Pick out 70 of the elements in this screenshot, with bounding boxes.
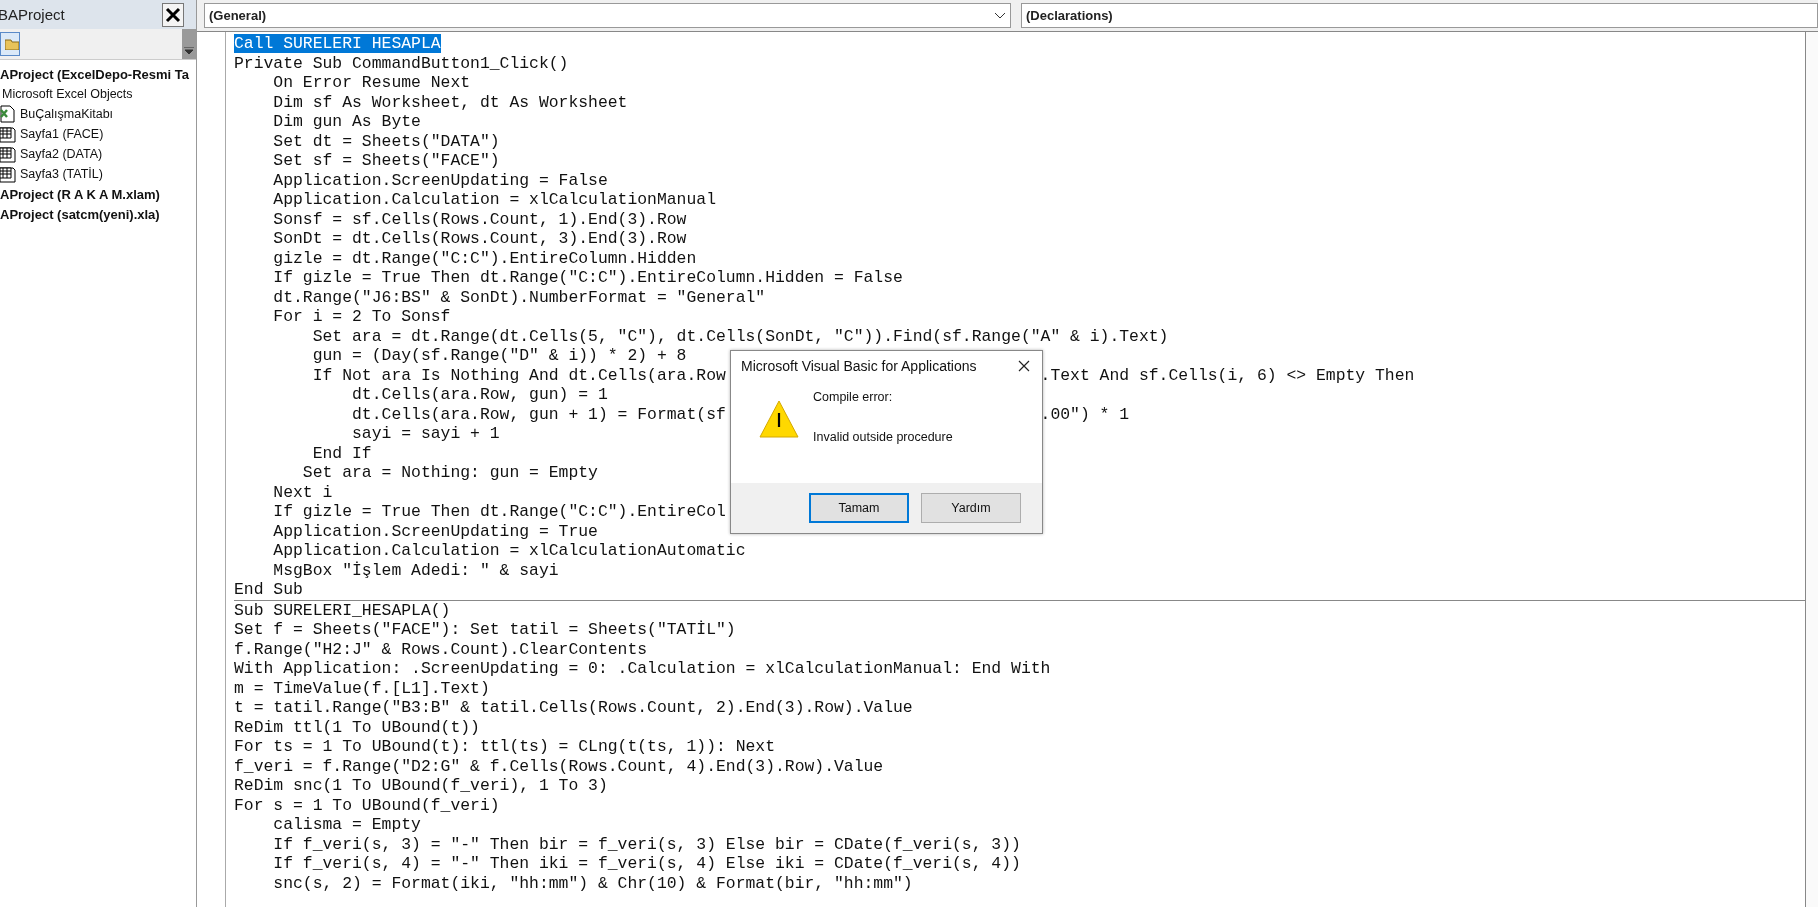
code-line: dt.Cells(ara.Row, gun + 1) = Format(sf	[351, 404, 726, 424]
code-line: Set dt = Sheets("DATA")	[272, 131, 500, 151]
warning-icon	[759, 399, 799, 439]
object-dropdown[interactable]: (General)	[204, 3, 1011, 28]
code-line: Set f = Sheets("FACE"): Set tatil = Sheets("TATİL")	[234, 620, 736, 639]
close-icon	[165, 6, 181, 23]
code-line: Dim sf As Worksheet, dt As Worksheet	[272, 92, 628, 112]
code-line: Dim gun As Byte	[272, 112, 421, 131]
error-message: Invalid outside procedure	[813, 430, 953, 444]
code-line: .00") * 1	[1040, 404, 1130, 424]
code-line: If Not ara Is Nothing And dt.Cells(ara.Row	[311, 365, 726, 385]
code-line: ReDim ttl(1 To UBound(t))	[234, 717, 480, 737]
dialog-title: Microsoft Visual Basic for Applications	[741, 358, 977, 374]
code-line: sayi = sayi + 1	[351, 424, 500, 443]
code-line: Application.Calculation = xlCalculationManual	[272, 190, 716, 209]
code-line: gun = (Day(sf.Range("D" & i)) * 2) + 8	[311, 346, 687, 365]
code-line: If gizle = True Then dt.Range("C:C").EntireCol	[272, 502, 726, 521]
code-line: SonDt = dt.Cells(Rows.Count, 3).End(3).Row	[272, 229, 687, 248]
code-line: Application.Calculation = xlCalculationAutomatic	[272, 541, 746, 560]
code-line: dt.Cells(ara.Row, gun) = 1	[351, 385, 608, 404]
code-line: f.Range("H2:J" & Rows.Count).ClearContents	[234, 639, 648, 659]
tree-item[interactable]: AProject (R A K A M.xlam)	[0, 186, 160, 202]
chevron-icon	[994, 11, 1006, 20]
tree-item[interactable]: Sayfa3 (TATİL)	[20, 167, 103, 181]
tree-item[interactable]: BuÇalışmaKitabı	[20, 107, 114, 121]
caret-icon	[184, 47, 194, 55]
folder-icon	[5, 38, 19, 50]
code-line: Application.ScreenUpdating = False	[272, 170, 608, 190]
error-heading: Compile error:	[813, 390, 894, 404]
toggle-folders-button[interactable]	[0, 32, 20, 56]
code-line: Private Sub CommandButton1_Click()	[234, 53, 569, 73]
code-line: gizle = dt.Range("C:C").EntireColumn.Hidden	[272, 248, 697, 268]
tree-item[interactable]: Sayfa1 (FACE)	[20, 127, 104, 141]
code-line: m = TimeValue(f.[L1].Text)	[234, 678, 490, 698]
code-line: If gizle = True Then dt.Range("C:C").EntireColumn.Hidden = False	[272, 268, 903, 287]
procedure-dropdown[interactable]: (Declarations)	[1021, 3, 1818, 28]
code-line: Sonsf = sf.Cells(Rows.Count, 1).End(3).Row	[272, 209, 687, 229]
dialog-button[interactable]: Tamam	[809, 493, 909, 523]
code-line: Set ara = Nothing: gun = Empty	[301, 463, 598, 482]
tree-item[interactable]: AProject (ExcelDepo-Resmi Ta	[0, 66, 190, 82]
code-line: ReDim snc(1 To UBound(f_veri), 1 To 3)	[234, 776, 608, 795]
code-line: Next i	[272, 482, 333, 502]
code-line: Sub SURELERI_HESAPLA()	[234, 600, 451, 620]
code-line: If f_veri(s, 4) = "-" Then iki = f_veri(s, 4) Else iki = CDate(f_veri(s, 4))	[272, 854, 1021, 873]
code-line: For s = 1 To UBound(f_veri)	[234, 795, 500, 815]
code-line: If f_veri(s, 3) = "-" Then bir = f_veri(s, 3) Else bir = CDate(f_veri(s, 3))	[272, 834, 1021, 854]
tree-item[interactable]: Sayfa2 (DATA)	[20, 147, 103, 161]
tree-item[interactable]: AProject (satcm(yeni).xla)	[0, 206, 160, 222]
code-line: With Application: .ScreenUpdating = 0: .Calculation = xlCalculationManual: End With	[234, 659, 1051, 678]
code-line: dt.Range("J6:BS" & SonDt).NumberFormat = "General"	[272, 287, 766, 307]
code-line: On Error Resume Next	[272, 73, 471, 92]
tree-item[interactable]: Microsoft Excel Objects	[2, 87, 133, 101]
code-line: snc(s, 2) = Format(iki, "hh:mm") & Chr(10) & Format(bir, "hh:mm")	[272, 873, 913, 893]
code-line: f_veri = f.Range("D2:G" & f.Cells(Rows.Count, 4).End(3).Row).Value	[234, 756, 884, 776]
code-line: .Text And sf.Cells(i, 6) <> Empty Then	[1040, 365, 1415, 385]
scroll-down-button[interactable]	[182, 29, 196, 59]
close-button[interactable]	[162, 2, 184, 27]
code-line: Set sf = Sheets("FACE")	[272, 151, 500, 170]
code-line: Set ara = dt.Range(dt.Cells(5, "C"), dt.Cells(SonDt, "C")).Find(sf.Range("A" & i).Text)	[311, 326, 1169, 346]
code-line: MsgBox "İşlem Adedi: " & sayi	[272, 560, 559, 580]
code-line: For ts = 1 To UBound(t): ttl(ts) = CLng(t(ts, 1)): Next	[234, 737, 775, 756]
code-line: calisma = Empty	[272, 815, 421, 834]
code-line: End If	[311, 443, 372, 463]
close-icon	[1018, 360, 1030, 372]
code-line: t = tatil.Range("B3:B" & tatil.Cells(Rows.Count, 2).End(3).Row).Value	[234, 698, 913, 717]
dialog-button[interactable]: Yardım	[921, 493, 1021, 523]
code-line: For i = 2 To Sonsf	[272, 307, 451, 326]
code-line: End Sub	[234, 580, 303, 599]
panel-title: BAProject	[0, 6, 65, 23]
code-line: Application.ScreenUpdating = True	[272, 521, 598, 541]
